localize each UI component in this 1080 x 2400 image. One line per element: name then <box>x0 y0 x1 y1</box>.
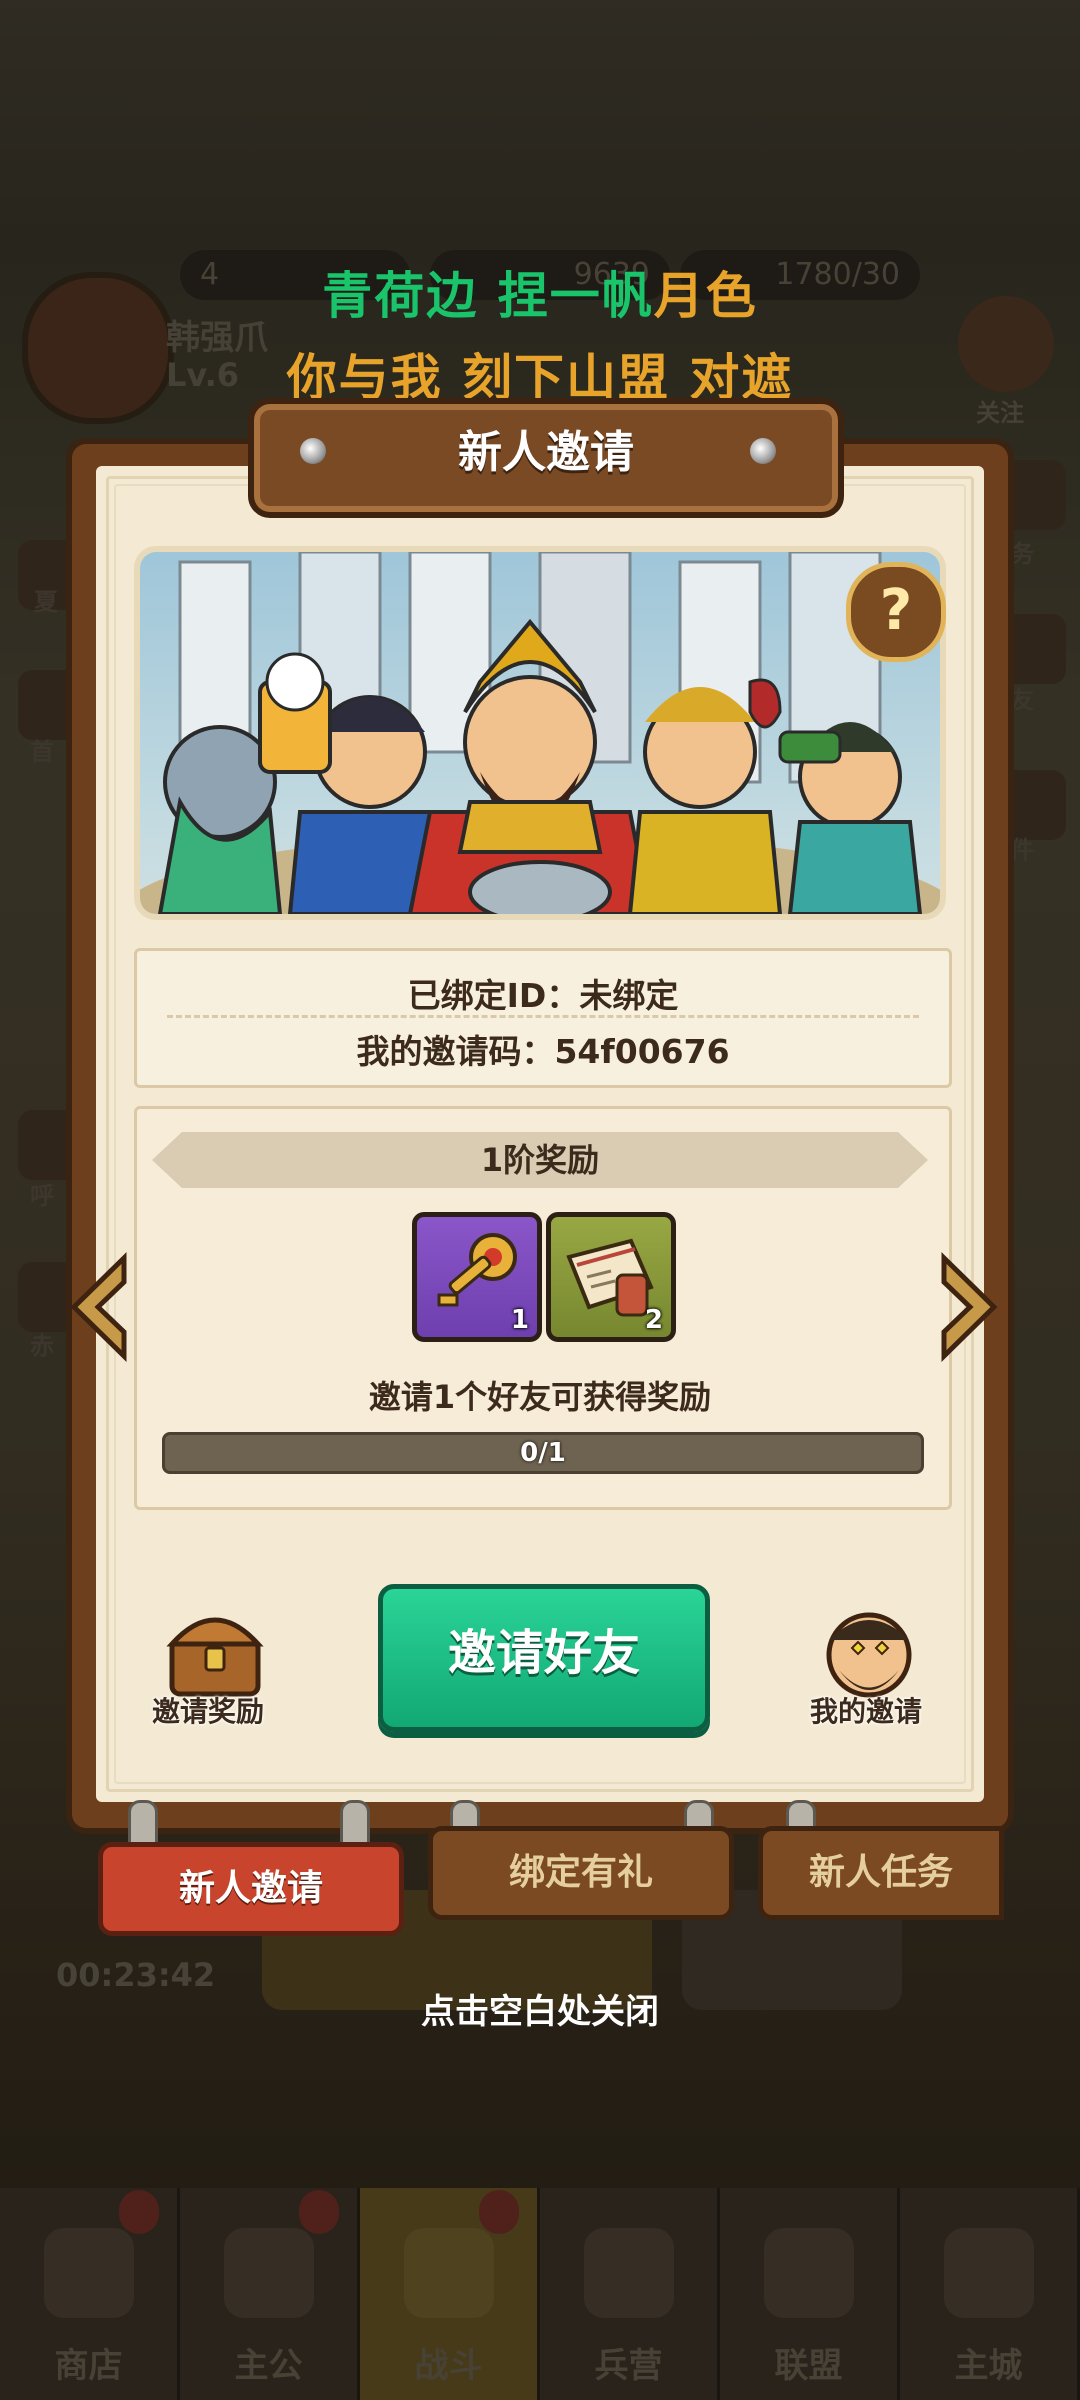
invite-progress-bar: 0/1 <box>162 1432 924 1474</box>
tab-label: 新人任务 <box>808 1852 953 1893</box>
chevron-left-icon[interactable] <box>64 1252 134 1362</box>
invite-friends-button[interactable]: 邀请好友 <box>378 1584 710 1732</box>
dashed-divider <box>167 1015 919 1018</box>
reward-count: 2 <box>644 1305 663 1335</box>
lyric-line-1: 青荷边 捏一帆月色 <box>0 256 1080 328</box>
dialog-title: 新人邀请 <box>458 427 634 478</box>
tab-label: 新人邀请 <box>178 1868 323 1909</box>
my-invites-label[interactable]: 我的邀请 <box>810 1690 922 1730</box>
reward-item-scroll[interactable]: 2 <box>546 1212 676 1342</box>
bound-id-text: 已绑定ID：未绑定 <box>407 976 679 1015</box>
lyric-green: 青荷边 捏一帆 <box>322 267 654 325</box>
progress-text: 0/1 <box>520 1438 566 1468</box>
close-hint: 点击空白处关闭 <box>421 1992 659 2032</box>
invite-id-box: 已绑定ID：未绑定 我的邀请码：54f00676 <box>134 948 952 1088</box>
tab-newbie-tasks[interactable]: 新人任务 <box>758 1826 1004 1920</box>
tab-new-invite[interactable]: 新人邀请 <box>98 1842 404 1936</box>
invite-hint: 邀请1个好友可获得奖励 <box>368 1378 712 1416</box>
tier-label: 1阶奖励 <box>480 1141 600 1179</box>
heroes-toast-illustration <box>140 552 940 914</box>
my-invites-avatar-icon[interactable] <box>814 1600 924 1700</box>
invite-rewards-label[interactable]: 邀请奖励 <box>152 1690 264 1730</box>
invite-button-label: 邀请好友 <box>447 1625 640 1681</box>
chevron-right-icon[interactable] <box>934 1252 1004 1362</box>
invite-banner-illustration <box>140 552 940 914</box>
invite-code-text[interactable]: 我的邀请码：54f00676 <box>137 1025 949 1073</box>
reward-count: 1 <box>510 1305 529 1335</box>
treasure-chest-icon[interactable] <box>160 1600 270 1700</box>
tab-label: 绑定有礼 <box>508 1852 653 1893</box>
lyric-orange: 月色 <box>653 267 758 325</box>
tab-binding-gift[interactable]: 绑定有礼 <box>428 1826 734 1920</box>
help-icon[interactable]: ? <box>846 562 946 662</box>
reward-item-key[interactable]: 1 <box>412 1212 542 1342</box>
